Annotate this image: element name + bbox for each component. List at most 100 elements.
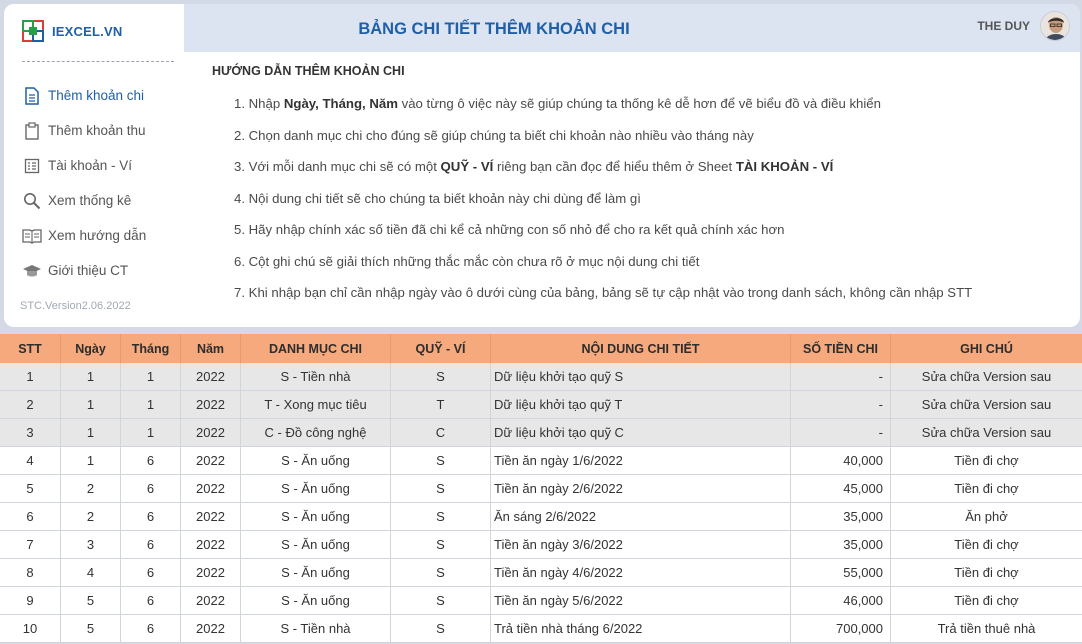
cell-thang[interactable]: 1 xyxy=(121,419,181,447)
cell-ghi-chu[interactable]: Tiền đi chợ xyxy=(891,559,1082,587)
column-header-danh-muc-chi[interactable]: DANH MỤC CHI xyxy=(241,334,391,363)
cell-stt[interactable]: 10 xyxy=(0,615,61,643)
user-profile[interactable]: THE DUY xyxy=(977,11,1070,41)
table-row[interactable]: 10 5 6 2022 S - Tiền nhà S Trả tiền nhà tháng … xyxy=(0,615,1082,643)
cell-thang[interactable]: 1 xyxy=(121,363,181,391)
cell-ghi-chu[interactable]: Sửa chữa Version sau xyxy=(891,391,1082,419)
cell-quy-vi[interactable]: S xyxy=(391,503,491,531)
cell-danh-muc-chi[interactable]: S - Ăn uống xyxy=(241,503,391,531)
cell-so-tien-chi[interactable]: 35,000 xyxy=(791,531,891,559)
cell-quy-vi[interactable]: S xyxy=(391,363,491,391)
cell-danh-muc-chi[interactable]: S - Ăn uống xyxy=(241,475,391,503)
cell-quy-vi[interactable]: S xyxy=(391,615,491,643)
cell-ghi-chu[interactable]: Sửa chữa Version sau xyxy=(891,363,1082,391)
cell-noi-dung-chi-tiet[interactable]: Tiền ăn ngày 4/6/2022 xyxy=(491,559,791,587)
cell-danh-muc-chi[interactable]: T - Xong mục tiêu xyxy=(241,391,391,419)
sidebar-item-gioi-thieu-ct[interactable]: Giới thiệu CT xyxy=(22,253,146,288)
avatar[interactable] xyxy=(1040,11,1070,41)
cell-quy-vi[interactable]: C xyxy=(391,419,491,447)
cell-danh-muc-chi[interactable]: S - Tiền nhà xyxy=(241,363,391,391)
cell-so-tien-chi[interactable]: 46,000 xyxy=(791,587,891,615)
sidebar-item-tai-khoan-vi[interactable]: Tài khoản - Ví xyxy=(22,148,146,183)
cell-noi-dung-chi-tiet[interactable]: Dữ liệu khởi tạo quỹ T xyxy=(491,391,791,419)
cell-ghi-chu[interactable]: Tiền đi chợ xyxy=(891,447,1082,475)
cell-thang[interactable]: 6 xyxy=(121,615,181,643)
sidebar-item-them-khoan-thu[interactable]: Thêm khoản thu xyxy=(22,113,146,148)
cell-ngay[interactable]: 4 xyxy=(61,559,121,587)
table-row[interactable]: 7 3 6 2022 S - Ăn uống S Tiền ăn ngày 3/6/2022… xyxy=(0,531,1082,559)
sidebar-item-xem-huong-dan[interactable]: Xem hướng dẫn xyxy=(22,218,146,253)
column-header-noi-dung-chi-tiet[interactable]: NỘI DUNG CHI TIẾT xyxy=(491,334,791,363)
table-row[interactable]: 6 2 6 2022 S - Ăn uống S Ăn sáng 2/6/2022 35,00… xyxy=(0,503,1082,531)
cell-danh-muc-chi[interactable]: S - Tiền nhà xyxy=(241,615,391,643)
cell-ngay[interactable]: 5 xyxy=(61,615,121,643)
cell-noi-dung-chi-tiet[interactable]: Tiền ăn ngày 2/6/2022 xyxy=(491,475,791,503)
cell-danh-muc-chi[interactable]: S - Ăn uống xyxy=(241,531,391,559)
table-row[interactable]: 1 1 1 2022 S - Tiền nhà S Dữ liệu khởi tạo quỹ… xyxy=(0,363,1082,391)
cell-stt[interactable]: 9 xyxy=(0,587,61,615)
cell-danh-muc-chi[interactable]: S - Ăn uống xyxy=(241,587,391,615)
cell-ghi-chu[interactable]: Trả tiền thuê nhà xyxy=(891,615,1082,643)
cell-thang[interactable]: 6 xyxy=(121,559,181,587)
cell-noi-dung-chi-tiet[interactable]: Dữ liệu khởi tạo quỹ S xyxy=(491,363,791,391)
cell-noi-dung-chi-tiet[interactable]: Tiền ăn ngày 5/6/2022 xyxy=(491,587,791,615)
cell-thang[interactable]: 6 xyxy=(121,587,181,615)
cell-so-tien-chi[interactable]: - xyxy=(791,419,891,447)
cell-ghi-chu[interactable]: Tiền đi chợ xyxy=(891,587,1082,615)
cell-stt[interactable]: 6 xyxy=(0,503,61,531)
table-row[interactable]: 4 1 6 2022 S - Ăn uống S Tiền ăn ngày 1/6/2022… xyxy=(0,447,1082,475)
cell-quy-vi[interactable]: S xyxy=(391,475,491,503)
cell-noi-dung-chi-tiet[interactable]: Ăn sáng 2/6/2022 xyxy=(491,503,791,531)
cell-ghi-chu[interactable]: Tiền đi chợ xyxy=(891,475,1082,503)
cell-so-tien-chi[interactable]: 40,000 xyxy=(791,447,891,475)
cell-nam[interactable]: 2022 xyxy=(181,475,241,503)
cell-nam[interactable]: 2022 xyxy=(181,615,241,643)
cell-quy-vi[interactable]: S xyxy=(391,447,491,475)
cell-stt[interactable]: 3 xyxy=(0,419,61,447)
cell-nam[interactable]: 2022 xyxy=(181,447,241,475)
cell-nam[interactable]: 2022 xyxy=(181,419,241,447)
cell-nam[interactable]: 2022 xyxy=(181,559,241,587)
cell-so-tien-chi[interactable]: 55,000 xyxy=(791,559,891,587)
cell-nam[interactable]: 2022 xyxy=(181,531,241,559)
cell-ngay[interactable]: 1 xyxy=(61,447,121,475)
cell-stt[interactable]: 2 xyxy=(0,391,61,419)
sidebar-item-xem-thong-ke[interactable]: Xem thống kê xyxy=(22,183,146,218)
cell-stt[interactable]: 5 xyxy=(0,475,61,503)
cell-so-tien-chi[interactable]: 45,000 xyxy=(791,475,891,503)
cell-thang[interactable]: 6 xyxy=(121,503,181,531)
cell-nam[interactable]: 2022 xyxy=(181,363,241,391)
table-row[interactable]: 9 5 6 2022 S - Ăn uống S Tiền ăn ngày 5/6/2022… xyxy=(0,587,1082,615)
cell-ngay[interactable]: 1 xyxy=(61,419,121,447)
cell-quy-vi[interactable]: S xyxy=(391,559,491,587)
cell-thang[interactable]: 1 xyxy=(121,391,181,419)
cell-noi-dung-chi-tiet[interactable]: Trả tiền nhà tháng 6/2022 xyxy=(491,615,791,643)
column-header-ngay[interactable]: Ngày xyxy=(61,334,121,363)
cell-nam[interactable]: 2022 xyxy=(181,503,241,531)
column-header-nam[interactable]: Năm xyxy=(181,334,241,363)
cell-so-tien-chi[interactable]: - xyxy=(791,363,891,391)
cell-ngay[interactable]: 5 xyxy=(61,587,121,615)
cell-noi-dung-chi-tiet[interactable]: Tiền ăn ngày 1/6/2022 xyxy=(491,447,791,475)
cell-ngay[interactable]: 2 xyxy=(61,503,121,531)
brand-logo[interactable]: IEXCEL.VN xyxy=(22,20,122,42)
column-header-quy-vi[interactable]: QUỸ - VÍ xyxy=(391,334,491,363)
cell-stt[interactable]: 8 xyxy=(0,559,61,587)
cell-ghi-chu[interactable]: Tiền đi chợ xyxy=(891,531,1082,559)
column-header-so-tien-chi[interactable]: SỐ TIỀN CHI xyxy=(791,334,891,363)
table-row[interactable]: 8 4 6 2022 S - Ăn uống S Tiền ăn ngày 4/6/2022… xyxy=(0,559,1082,587)
cell-noi-dung-chi-tiet[interactable]: Tiền ăn ngày 3/6/2022 xyxy=(491,531,791,559)
cell-quy-vi[interactable]: S xyxy=(391,531,491,559)
cell-ghi-chu[interactable]: Ăn phở xyxy=(891,503,1082,531)
cell-so-tien-chi[interactable]: 700,000 xyxy=(791,615,891,643)
cell-stt[interactable]: 4 xyxy=(0,447,61,475)
cell-thang[interactable]: 6 xyxy=(121,475,181,503)
cell-so-tien-chi[interactable]: - xyxy=(791,391,891,419)
sidebar-item-them-khoan-chi[interactable]: Thêm khoản chi xyxy=(22,78,146,113)
column-header-thang[interactable]: Tháng xyxy=(121,334,181,363)
cell-thang[interactable]: 6 xyxy=(121,447,181,475)
cell-ngay[interactable]: 1 xyxy=(61,391,121,419)
table-row[interactable]: 2 1 1 2022 T - Xong mục tiêu T Dữ liệu khởi tạ… xyxy=(0,391,1082,419)
cell-so-tien-chi[interactable]: 35,000 xyxy=(791,503,891,531)
cell-thang[interactable]: 6 xyxy=(121,531,181,559)
